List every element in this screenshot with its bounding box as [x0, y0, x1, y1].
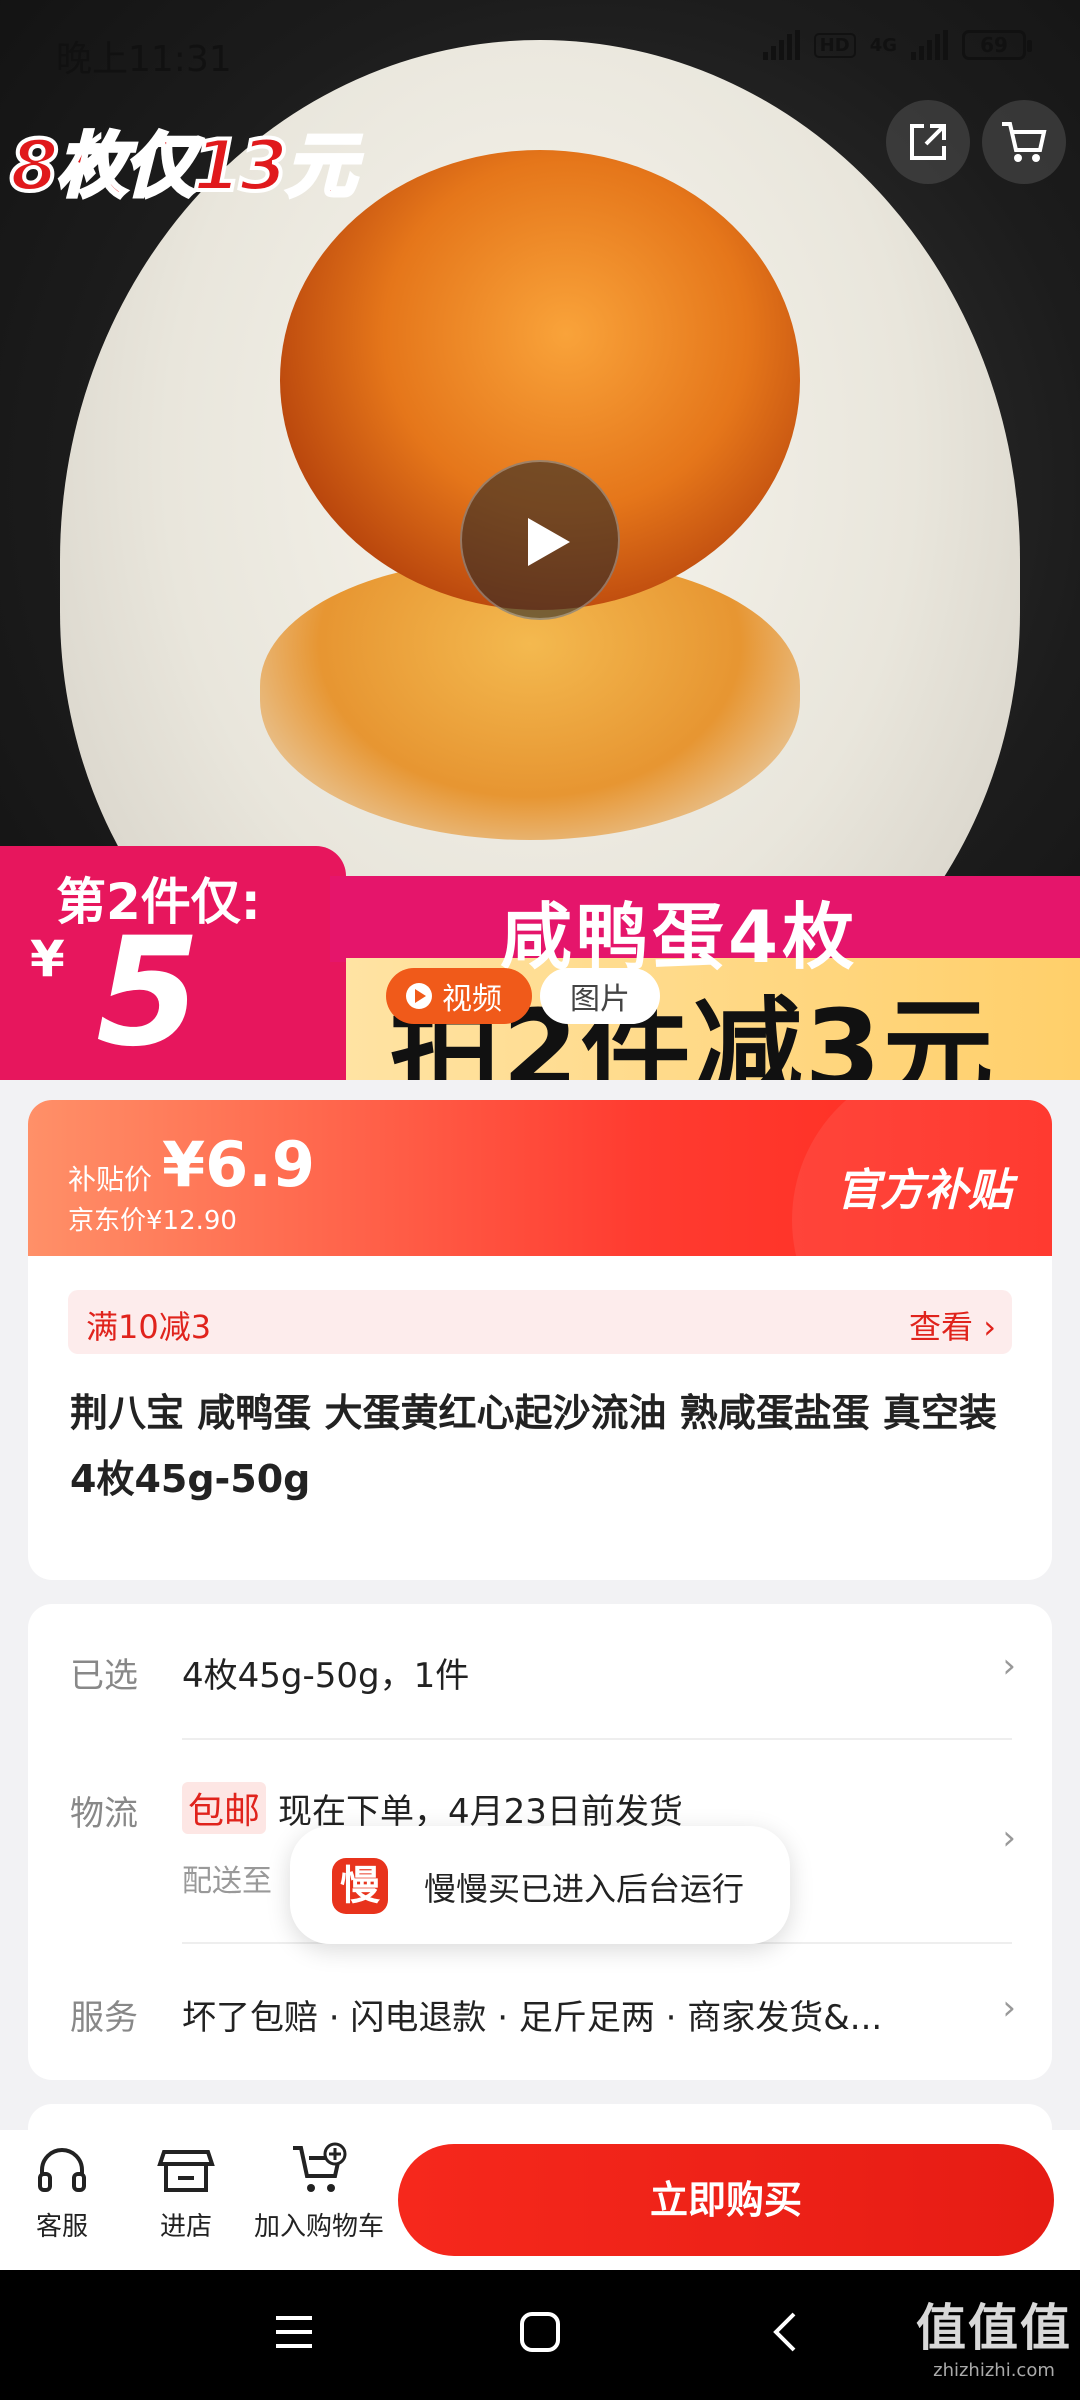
official-subsidy-tag: 官方补贴 — [836, 1165, 1012, 1216]
status-icons: HD 4G 69 — [762, 30, 1032, 60]
watermark: 值值值 zhizhizhi.com — [916, 2288, 1072, 2381]
store-icon — [157, 2150, 215, 2192]
play-small-icon — [406, 983, 432, 1009]
signal-icon — [762, 30, 800, 60]
tab-video[interactable]: 视频 — [386, 968, 532, 1024]
share-icon — [910, 124, 946, 160]
free-shipping-badge: 包邮 — [182, 1782, 267, 1834]
coupon-text: 满10减3 — [86, 1308, 212, 1346]
watermark-logo: 值值值 — [916, 2299, 1072, 2357]
jd-price: 京东价¥12.90 — [68, 1206, 237, 1236]
price-card: 补贴价 ¥6.9 京东价¥12.90 官方补贴 满10减3 查看 › 荆八宝 咸… — [28, 1100, 1052, 1580]
price-header: 补贴价 ¥6.9 京东价¥12.90 官方补贴 — [28, 1100, 1052, 1380]
tab-video-label: 视频 — [442, 982, 502, 1017]
coupon-row[interactable]: 满10减3 查看 › — [68, 1290, 1012, 1354]
customer-service-label: 客服 — [35, 2212, 88, 2242]
network-type: 4G — [869, 34, 897, 56]
store-button[interactable]: 进店 — [148, 2140, 224, 2243]
logistics-label: 物流 — [70, 1794, 138, 1834]
play-video-button[interactable] — [460, 460, 620, 620]
background-toast: 慢 慢慢买已进入后台运行 — [290, 1826, 790, 1944]
tab-image[interactable]: 图片 — [540, 968, 660, 1024]
play-icon — [528, 518, 570, 566]
status-time: 晚上11:31 — [56, 39, 232, 80]
product-image-carousel[interactable]: 晚上11:31 HD 4G 69 ‹ 8枚仅13元 第2件仅: ¥ 5 咸鸭蛋4… — [0, 0, 1080, 1080]
coupon-view-link[interactable]: 查看 › — [909, 1302, 996, 1348]
toast-text: 慢慢买已进入后台运行 — [424, 1870, 745, 1908]
watermark-url: zhizhizhi.com — [933, 2360, 1055, 2381]
product-title: 荆八宝 咸鸭蛋 大蛋黄红心起沙流油 熟咸蛋盐蛋 真空装 4枚45g-50g — [70, 1391, 997, 1501]
add-to-cart-button[interactable]: 加入购物车 — [246, 2140, 392, 2243]
home-icon[interactable] — [518, 2310, 562, 2354]
system-nav-bar: 值值值 zhizhizhi.com — [0, 2270, 1080, 2400]
back-nav-icon[interactable] — [764, 2310, 808, 2354]
subsidy-price-label: 补贴价 — [68, 1163, 153, 1196]
deliver-to-label: 配送至 — [182, 1864, 272, 1899]
media-tabs: 视频 图片 — [386, 968, 660, 1024]
chevron-right-icon: › — [1002, 1646, 1016, 1686]
banner-currency: ¥ — [30, 930, 65, 988]
service-value: 坏了包赔 · 闪电退款 · 足斤足两 · 商家发货&... — [182, 1998, 883, 2038]
customer-service-button[interactable]: 客服 — [24, 2140, 100, 2243]
cart-plus-icon — [293, 2142, 347, 2192]
menu-icon[interactable] — [272, 2310, 316, 2354]
add-to-cart-label: 加入购物车 — [253, 2212, 384, 2242]
cart-icon — [1002, 122, 1047, 162]
manmanbuy-app-icon: 慢 — [332, 1858, 388, 1914]
banner-second-price: 5 — [96, 906, 201, 1080]
selected-value: 4枚45g-50g，1件 — [182, 1656, 470, 1696]
headset-icon — [38, 2148, 86, 2192]
status-bar: 晚上11:31 HD 4G 69 — [0, 0, 1080, 104]
signal-4g-icon — [911, 30, 948, 60]
subsidy-price: ¥6.9 — [162, 1128, 315, 1201]
divider — [182, 1738, 1012, 1740]
promo-tag: 8枚仅13元 — [8, 123, 358, 209]
cart-button[interactable] — [982, 100, 1066, 184]
buy-now-button[interactable]: 立即购买 — [398, 2144, 1054, 2256]
store-label: 进店 — [159, 2212, 212, 2242]
selected-label: 已选 — [70, 1656, 138, 1696]
bottom-action-bar: 客服 进店 加入购物车 立即购买 — [0, 2130, 1080, 2270]
service-label: 服务 — [70, 1998, 138, 2038]
battery-icon: 69 — [962, 30, 1032, 60]
chevron-right-icon: › — [1002, 1818, 1016, 1858]
share-button[interactable] — [886, 100, 970, 184]
hd-badge: HD — [813, 32, 856, 58]
chevron-right-icon: › — [1002, 1988, 1016, 2028]
